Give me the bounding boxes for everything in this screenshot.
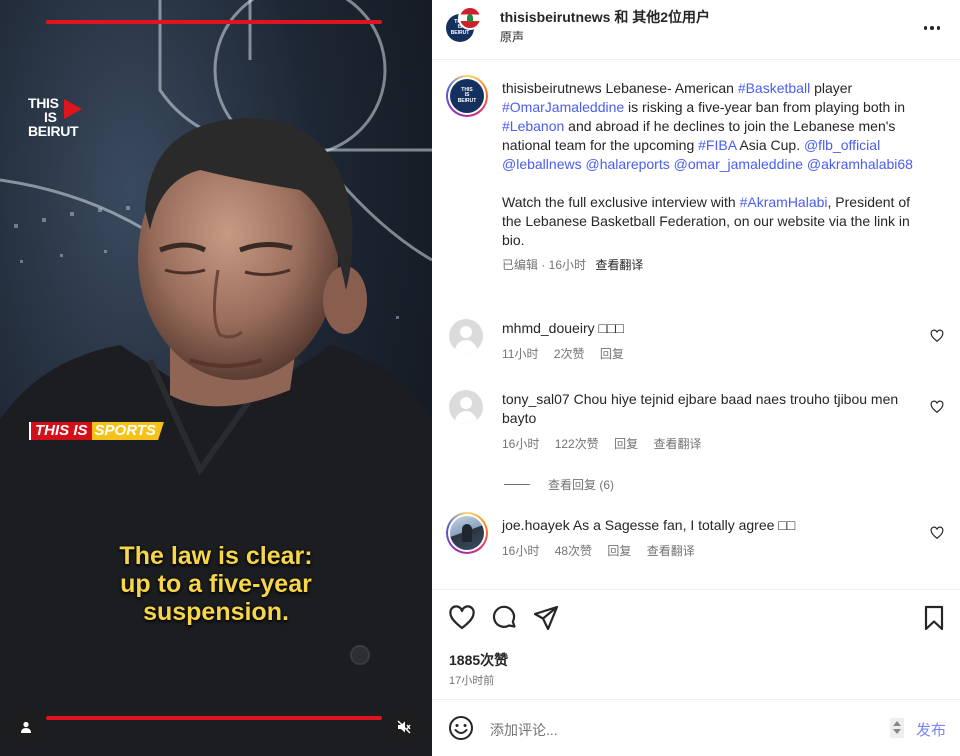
- comment-heart-icon[interactable]: [930, 400, 944, 414]
- post-caption: thisisbeirutnews Lebanese- American #Bas…: [502, 79, 932, 275]
- likes-count[interactable]: 1885次赞: [449, 650, 508, 670]
- reply-button[interactable]: 回复: [607, 544, 631, 558]
- comment-meta: 16小时 122次赞 回复 查看翻译: [502, 435, 902, 454]
- comment-heart-icon[interactable]: [930, 526, 944, 540]
- this-is-beirut-logo: THIS IS BEIRUT: [28, 96, 82, 139]
- caption-link[interactable]: @halareports: [585, 156, 669, 172]
- post-actions: 1885次赞 17小时前: [432, 589, 960, 699]
- comment-heart-icon[interactable]: [930, 329, 944, 343]
- comment-composer: 添加评论... 发布: [432, 699, 960, 756]
- video-progress-bar[interactable]: [46, 716, 382, 720]
- resize-stepper-icon[interactable]: [890, 718, 904, 738]
- reply-button[interactable]: 回复: [600, 347, 624, 361]
- logo-line-3: BEIRUT: [28, 123, 79, 139]
- post-time[interactable]: 17小时前: [449, 672, 494, 688]
- view-replies-label[interactable]: 查看回复 (6): [548, 476, 614, 493]
- see-translation-link[interactable]: 查看翻译: [595, 258, 643, 272]
- comment-meta: 16小时 48次赞 回复 查看翻译: [502, 542, 902, 561]
- comment-avatar: [450, 516, 484, 550]
- more-horizontal-icon-dot: [936, 26, 941, 30]
- bookmark-icon[interactable]: [920, 604, 948, 632]
- video-caption: The law is clear: up to a five-year susp…: [60, 542, 372, 626]
- sports-tag: THIS IS SPORTS: [29, 422, 164, 440]
- post-panel: THISISBEIRUT thisisbeirutnews 和 其他2位用户 原…: [432, 0, 960, 756]
- comment-username[interactable]: mhmd_doueiry: [502, 320, 595, 336]
- caption-line-3: suspension.: [143, 598, 289, 626]
- more-options-button[interactable]: [920, 16, 944, 40]
- view-replies-link[interactable]: 查看回复 (6): [504, 476, 614, 493]
- comment-likes[interactable]: 2次赞: [554, 347, 585, 361]
- sports-tag-prefix: THIS IS: [29, 422, 92, 440]
- caption-link[interactable]: #AkramHalabi: [740, 194, 828, 210]
- comment-time: 11小时: [502, 347, 539, 361]
- reply-button[interactable]: 回复: [614, 437, 638, 451]
- more-horizontal-icon: [923, 26, 928, 30]
- sports-tag-label: SPORTS: [91, 422, 164, 440]
- comment-body: As a Sagesse fan, I totally agree □□: [569, 517, 796, 533]
- comment-likes[interactable]: 48次赞: [555, 544, 592, 558]
- tagged-users-button[interactable]: [12, 713, 40, 741]
- header-title: thisisbeirutnews 和 其他2位用户: [500, 7, 710, 27]
- more-horizontal-icon-dot: [930, 26, 934, 30]
- caption-link[interactable]: #FIBA: [698, 137, 736, 153]
- coauthor-avatar[interactable]: [458, 6, 482, 30]
- play-triangle-icon: [64, 99, 82, 119]
- caption-line-1: The law is clear:: [119, 542, 313, 570]
- user-icon: [21, 721, 31, 733]
- see-translation-link[interactable]: 查看翻译: [647, 544, 695, 558]
- caption-link[interactable]: @leballnews: [502, 156, 582, 172]
- caption-username[interactable]: thisisbeirutnews: [502, 80, 602, 96]
- share-icon[interactable]: [532, 604, 560, 632]
- post-meta: 已编辑 · 16小时 查看翻译: [502, 256, 932, 275]
- video-progress-top: [46, 20, 382, 24]
- comment-avatar[interactable]: [449, 390, 483, 424]
- caption-link[interactable]: @omar_jamaleddine: [674, 156, 803, 172]
- mute-button[interactable]: [390, 713, 418, 741]
- comment-time: 16小时: [502, 544, 540, 558]
- caption-line-2: up to a five-year: [120, 570, 312, 598]
- heart-icon[interactable]: [448, 604, 476, 632]
- caption-link[interactable]: #Lebanon: [502, 118, 564, 134]
- speaker-muted-icon: [397, 720, 411, 734]
- caption-text: Watch the full exclusive interview with: [502, 194, 740, 210]
- video-player[interactable]: THIS IS BEIRUT THIS IS SPORTS The law is…: [0, 0, 432, 756]
- header-collaborators[interactable]: 和 其他2位用户: [610, 9, 710, 25]
- audio-label[interactable]: 原声: [500, 28, 524, 45]
- comment-avatar-story-ring[interactable]: [446, 512, 488, 554]
- caption-text: is risking a five-year ban from playing …: [624, 99, 906, 115]
- caption-link[interactable]: #OmarJamaleddine: [502, 99, 624, 115]
- caption-link[interactable]: #Basketball: [738, 80, 810, 96]
- caption-link[interactable]: @flb_official: [804, 137, 880, 153]
- comment-meta: 11小时 2次赞 回复: [502, 345, 902, 364]
- caption-text: Lebanese- American: [601, 80, 738, 96]
- comments-scroll-area[interactable]: THIS IS BEIRUT thisisbeirutnews Lebanese- …: [432, 61, 960, 589]
- caption-text: Asia Cup.: [736, 137, 804, 153]
- post-comment-button[interactable]: 发布: [916, 719, 946, 740]
- header-username[interactable]: thisisbeirutnews: [500, 9, 610, 25]
- comment-text: mhmd_doueiry □□□ 11小时 2次赞 回复: [502, 319, 902, 364]
- caption-text: player: [810, 80, 853, 96]
- caption-link[interactable]: @akramhalabi68: [807, 156, 913, 172]
- comment-icon[interactable]: [490, 604, 518, 632]
- caption-avatar-ring[interactable]: THIS IS BEIRUT: [446, 75, 488, 117]
- comment-username[interactable]: tony_sal07: [502, 391, 570, 407]
- post-header: THISISBEIRUT thisisbeirutnews 和 其他2位用户 原…: [432, 0, 960, 60]
- comment-username[interactable]: joe.hoayek: [502, 517, 570, 533]
- comment-likes[interactable]: 122次赞: [555, 437, 599, 451]
- replies-divider: [504, 484, 530, 485]
- comment-text: joe.hoayek As a Sagesse fan, I totally a…: [502, 516, 902, 561]
- caption-paragraph-2: Watch the full exclusive interview with …: [502, 193, 932, 250]
- comment-text: tony_sal07 Chou hiye tejnid ejbare baad …: [502, 390, 902, 454]
- comment-avatar[interactable]: [449, 319, 483, 353]
- comment-time: 16小时: [502, 437, 540, 451]
- comment-body: □□□: [594, 320, 624, 336]
- caption-paragraph-1: thisisbeirutnews Lebanese- American #Bas…: [502, 79, 932, 174]
- see-translation-link[interactable]: 查看翻译: [653, 437, 701, 451]
- comment-input[interactable]: 添加评论...: [490, 720, 558, 740]
- emoji-icon[interactable]: [448, 715, 474, 741]
- caption-avatar: THIS IS BEIRUT: [450, 79, 484, 113]
- post-meta-text: 已编辑 · 16小时: [502, 258, 587, 272]
